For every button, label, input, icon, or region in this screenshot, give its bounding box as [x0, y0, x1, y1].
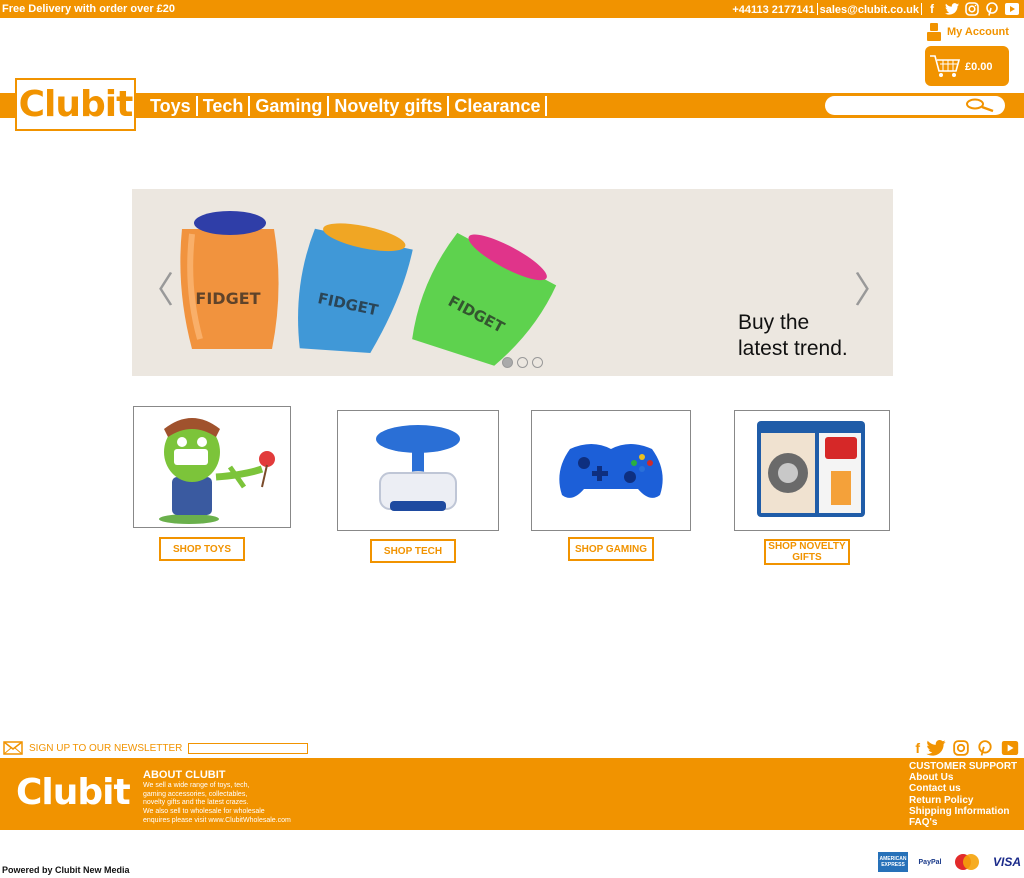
svg-text:FIDGET: FIDGET — [195, 289, 260, 308]
newsletter-signup: SIGN UP TO OUR NEWSLETTER — [3, 741, 309, 755]
slider-dots — [502, 357, 543, 368]
game-controller-image — [559, 444, 663, 498]
search-input[interactable] — [825, 96, 1005, 115]
top-bar: Free Delivery with order over £20 +44113… — [0, 0, 1024, 18]
about-line: novelty gifts and the latest crazes. — [143, 799, 249, 807]
amex-icon: AMERICAN EXPRESS — [878, 852, 908, 872]
paypal-icon: PayPal — [918, 858, 942, 866]
about-line: We sell a wide range of toys, tech, — [143, 782, 250, 789]
slider-next-arrow[interactable]: 〉 — [854, 261, 890, 313]
footer-link-contact-us[interactable]: Contact us — [909, 783, 1017, 794]
my-account-label: My Account — [947, 26, 1009, 38]
footer-youtube-icon[interactable] — [1000, 741, 1020, 755]
newsletter-email-input[interactable] — [188, 742, 309, 754]
logo-text: Clubit — [18, 84, 134, 125]
hero-caption-line2: latest trend. — [738, 337, 848, 360]
facebook-icon[interactable]: f — [924, 1, 940, 17]
instagram-icon[interactable] — [964, 1, 980, 17]
site-logo[interactable]: Clubit — [15, 78, 136, 131]
phone-number[interactable]: +44113 2177141 — [732, 4, 814, 16]
nav-item-gaming[interactable]: Gaming — [250, 95, 330, 116]
nav-item-tech[interactable]: Tech — [198, 95, 251, 116]
search-icon[interactable] — [965, 98, 995, 113]
shop-tech-button[interactable]: SHOP TECH — [370, 539, 456, 563]
footer-facebook-icon[interactable]: f — [915, 740, 920, 756]
footer-link-faqs[interactable]: FAQ's — [909, 817, 1017, 828]
cart-icon — [930, 55, 961, 77]
newsletter-label: SIGN UP TO OUR NEWSLETTER — [29, 742, 183, 754]
footer: Clubit ABOUT CLUBIT We sell a wide range… — [0, 758, 1024, 830]
social-links: f — [924, 1, 1020, 17]
footer-twitter-icon[interactable] — [926, 740, 946, 756]
product-image-gaming[interactable] — [531, 410, 691, 531]
product-image-tech[interactable] — [337, 410, 499, 531]
product-image-toys[interactable] — [133, 406, 291, 528]
slider-dot-3[interactable] — [532, 357, 543, 368]
main-nav: Toys Tech Gaming Novelty gifts Clearance — [145, 93, 548, 118]
footer-link-return-policy[interactable]: Return Policy — [909, 795, 1017, 806]
payment-methods: AMERICAN EXPRESS PayPal VISA — [878, 852, 1024, 872]
slider-dot-2[interactable] — [517, 357, 528, 368]
customer-support: CUSTOMER SUPPORT About Us Contact us Ret… — [909, 761, 1017, 828]
tech-gadget-image — [376, 425, 460, 511]
shop-novelty-gifts-button[interactable]: SHOP NOVELTY GIFTS — [764, 539, 850, 565]
hero-image: FIDGET FIDGET FIDGET — [180, 211, 557, 366]
shop-gaming-button[interactable]: SHOP GAMING — [568, 537, 654, 561]
about-title: ABOUT CLUBIT — [143, 769, 226, 781]
about-line: gaming accessories, collectables, — [143, 790, 248, 798]
footer-logo[interactable]: Clubit — [16, 772, 131, 813]
visa-icon: VISA — [992, 855, 1021, 869]
about-text: We sell a wide range of toys, tech, gami… — [143, 782, 313, 826]
about-line: We also sell to wholesale for wholesale — [143, 808, 265, 816]
footer-link-shipping-information[interactable]: Shipping Information — [909, 806, 1017, 817]
product-image-novelty[interactable] — [734, 410, 890, 531]
nav-item-clearance[interactable]: Clearance — [449, 95, 548, 116]
pinterest-icon[interactable] — [984, 1, 1000, 17]
promo-text: Free Delivery with order over £20 — [2, 3, 176, 15]
cart-total: £0.00 — [965, 61, 993, 73]
footer-instagram-icon[interactable] — [952, 740, 970, 756]
user-icon — [927, 23, 941, 41]
contact-info: +44113 2177141 sales@clubit.co.uk — [732, 3, 924, 16]
support-title: CUSTOMER SUPPORT — [909, 761, 1018, 772]
nav-item-novelty-gifts[interactable]: Novelty gifts — [329, 95, 450, 116]
envelope-icon — [3, 741, 23, 755]
powered-by-text: Powered by Clubit New Media — [2, 865, 130, 875]
youtube-icon[interactable] — [1004, 1, 1020, 17]
toy-figure-image — [159, 418, 275, 524]
slider-prev-arrow[interactable]: 〈 — [138, 261, 174, 313]
hero-slider[interactable]: 〈 〉 FIDGET FIDGET FIDGET Buy the latest … — [132, 189, 893, 376]
hero-caption-line1: Buy the — [738, 311, 810, 334]
nav-item-toys[interactable]: Toys — [145, 95, 198, 116]
footer-social-links: f — [915, 740, 1020, 756]
footer-pinterest-icon[interactable] — [976, 740, 994, 756]
shop-toys-button[interactable]: SHOP TOYS — [159, 537, 245, 561]
mastercard-icon — [952, 852, 982, 872]
footer-link-about-us[interactable]: About Us — [909, 772, 1017, 783]
hero-caption: Buy the latest trend. — [738, 310, 848, 362]
twitter-icon[interactable] — [944, 1, 960, 17]
my-account-link[interactable]: My Account — [926, 23, 1009, 41]
cart-button[interactable]: £0.00 — [925, 46, 1009, 86]
about-line: enquires please visit www.ClubitWholesal… — [143, 816, 291, 824]
email-link[interactable]: sales@clubit.co.uk — [820, 4, 919, 16]
novelty-gift-box-image — [757, 421, 865, 517]
slider-dot-1[interactable] — [502, 357, 513, 368]
